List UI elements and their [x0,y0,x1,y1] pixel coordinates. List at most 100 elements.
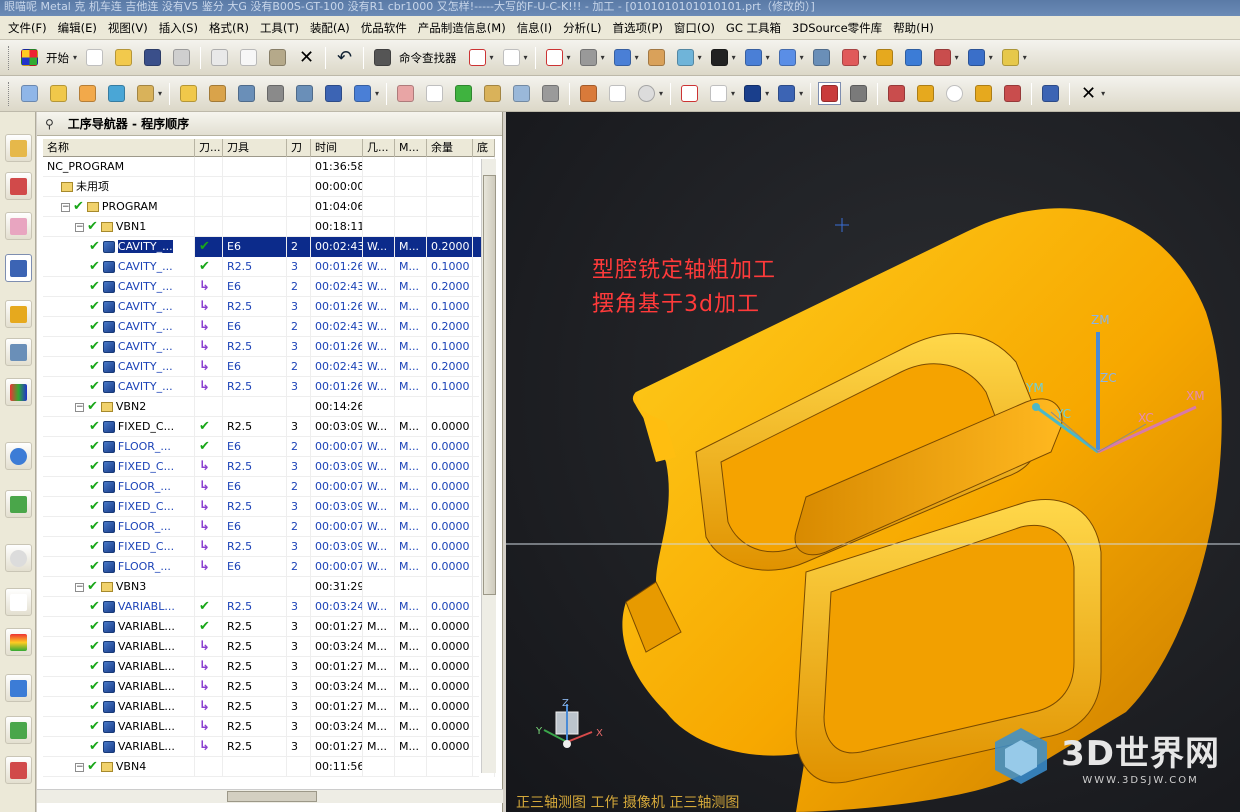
fit-view-icon[interactable] [466,46,489,69]
name-cell[interactable]: ✔ CAVITY_... [43,337,195,357]
copy-icon[interactable] [237,46,260,69]
name-cell[interactable]: − ✔ PROGRAM [43,197,195,217]
name-cell[interactable]: ✔ VARIABL... [43,677,195,697]
table-row[interactable]: ✔ FLOOR_... ↳ E6 2 00:00:07 W... M... 0.0000 [43,517,495,537]
name-cell[interactable]: ✔ CAVITY_... [43,357,195,377]
table-row[interactable]: NC_PROGRAM 01:36:58 [43,157,495,177]
name-cell[interactable]: NC_PROGRAM [43,157,195,177]
table-row[interactable]: ✔ CAVITY_... ✔ E6 2 00:02:43 W... M... 0.2000 [43,237,495,257]
column-header[interactable]: 刀 [287,139,311,157]
menu-item[interactable]: 编辑(E) [58,20,97,36]
column-header[interactable]: 底 [473,139,495,157]
table-row[interactable]: ✔ FIXED_C... ↳ R2.5 3 00:03:09 W... M... 0.0000 [43,457,495,477]
column-header[interactable]: M... [395,139,427,157]
palette-icon[interactable] [5,378,32,406]
method-view-icon[interactable] [914,82,937,105]
snap-point-icon[interactable] [873,46,896,69]
menu-item[interactable]: 优品软件 [361,20,407,36]
menu-item[interactable]: 插入(S) [159,20,198,36]
cl-output-icon[interactable] [452,82,475,105]
table-row[interactable]: ✔ FLOOR_... ↳ E6 2 00:00:07 W... M... 0.0000 [43,557,495,577]
name-cell[interactable]: ✔ CAVITY_... [43,317,195,337]
sim-icon[interactable] [510,82,533,105]
menu-item[interactable]: 分析(L) [563,20,601,36]
menu-item[interactable]: GC 工具箱 [726,20,781,36]
compare-icon[interactable] [539,82,562,105]
start-button[interactable]: 开始 [46,50,69,66]
list-path-icon[interactable] [235,82,258,105]
assembly-navigator-icon[interactable] [5,134,32,162]
table-row[interactable]: ✔ VARIABL... ✔ R2.5 3 00:01:27 M... M... 0.0000 [43,617,495,637]
document-icon[interactable] [606,82,629,105]
table-row[interactable]: − ✔ VBN4 00:11:56 [43,757,495,777]
collapse-toggle-icon[interactable]: − [75,582,84,592]
menu-item[interactable]: 装配(A) [310,20,350,36]
menu-item[interactable]: 产品制造信息(M) [418,20,506,36]
table-row[interactable]: ✔ FLOOR_... ✔ E6 2 00:00:07 W... M... 0.0000 [43,437,495,457]
zoom-window-icon[interactable] [543,46,566,69]
table-row[interactable]: ✔ VARIABL... ✔ R2.5 3 00:03:24 W... M... 0.0000 [43,597,495,617]
name-cell[interactable]: ✔ FLOOR_... [43,517,195,537]
name-cell[interactable]: ✔ VARIABL... [43,617,195,637]
name-cell[interactable]: ✔ VARIABL... [43,597,195,617]
collapse-toggle-icon[interactable]: − [61,202,70,212]
feature-icon[interactable] [972,82,995,105]
name-cell[interactable]: ✔ CAVITY_... [43,237,195,257]
name-cell[interactable]: ✔ FIXED_C... [43,457,195,477]
generate-path-icon[interactable] [177,82,200,105]
name-cell[interactable]: ✔ FLOOR_... [43,557,195,577]
history-icon[interactable] [5,544,32,572]
column-header[interactable]: 刀具 [223,139,287,157]
menu-item[interactable]: 3DSource零件库 [792,20,882,36]
process-studio-icon[interactable] [5,674,32,702]
table-row[interactable]: ✔ VARIABL... ↳ R2.5 3 00:01:27 M... M... 0.0000 [43,697,495,717]
verify-path-icon[interactable] [264,82,287,105]
toolbar-grip[interactable] [8,81,11,106]
table-row[interactable]: 未用项 00:00:00 [43,177,495,197]
name-cell[interactable]: ✔ FLOOR_... [43,437,195,457]
table-row[interactable]: ✔ CAVITY_... ↳ E6 2 00:02:43 W... M... 0.2000 [43,277,495,297]
menu-item[interactable]: 文件(F) [8,20,47,36]
machine-tool-view-icon[interactable] [847,82,870,105]
operation-navigator-icon[interactable] [5,254,32,282]
menu-item[interactable]: 窗口(O) [674,20,715,36]
scroll-thumb[interactable] [227,791,317,802]
table-row[interactable]: ✔ VARIABL... ↳ R2.5 3 00:03:24 M... M... 0.0000 [43,717,495,737]
search-op-icon[interactable] [943,82,966,105]
menu-item[interactable]: 工具(T) [260,20,299,36]
command-finder-button[interactable]: 命令查找器 [399,50,457,66]
binoculars-icon[interactable] [371,46,394,69]
name-cell[interactable]: − ✔ VBN2 [43,397,195,417]
menu-item[interactable]: 首选项(P) [612,20,662,36]
measure-icon[interactable] [999,46,1022,69]
table-row[interactable]: ✔ FIXED_C... ↳ R2.5 3 00:03:09 W... M... 0.0000 [43,497,495,517]
graphics-window[interactable]: ZM ZC YC YM XC XM Z Y X 型腔铣定轴粗加工 摆角基于3d加… [506,112,1240,812]
column-header[interactable]: 余量 [427,139,473,157]
pin-icon[interactable]: ⚲ [45,117,54,131]
reuse-library-icon[interactable] [5,300,32,328]
menu-item[interactable]: 信息(I) [517,20,552,36]
part-navigator-icon[interactable] [5,212,32,240]
move-object-icon[interactable] [776,46,799,69]
orient-view-icon[interactable] [577,46,600,69]
menu-item[interactable]: 格式(R) [209,20,249,36]
scroll-thumb[interactable] [483,175,496,595]
table-row[interactable]: ✔ CAVITY_... ↳ R2.5 3 00:01:26 W... M... 0.1000 [43,377,495,397]
rss-icon[interactable] [5,442,32,470]
info-icon[interactable] [500,46,523,69]
table-row[interactable]: ✔ VARIABL... ↳ R2.5 3 00:03:24 M... M... 0.0000 [43,637,495,657]
collapse-toggle-icon[interactable]: − [75,762,84,772]
layer-icon[interactable] [810,46,833,69]
collapse-toggle-icon[interactable]: − [75,222,84,232]
name-cell[interactable]: ✔ VARIABL... [43,737,195,757]
csys-icon[interactable] [839,46,862,69]
table-row[interactable]: ✔ CAVITY_... ↳ R2.5 3 00:01:26 W... M... 0.1000 [43,297,495,317]
shaded-cube-icon[interactable] [611,46,634,69]
section-view-icon[interactable] [645,46,668,69]
column-header[interactable]: 几... [363,139,395,157]
postprocess-icon[interactable] [394,82,417,105]
create-method-icon[interactable] [105,82,128,105]
snap-face-icon[interactable] [902,46,925,69]
create-tool-icon[interactable] [47,82,70,105]
transform-icon[interactable] [351,82,374,105]
